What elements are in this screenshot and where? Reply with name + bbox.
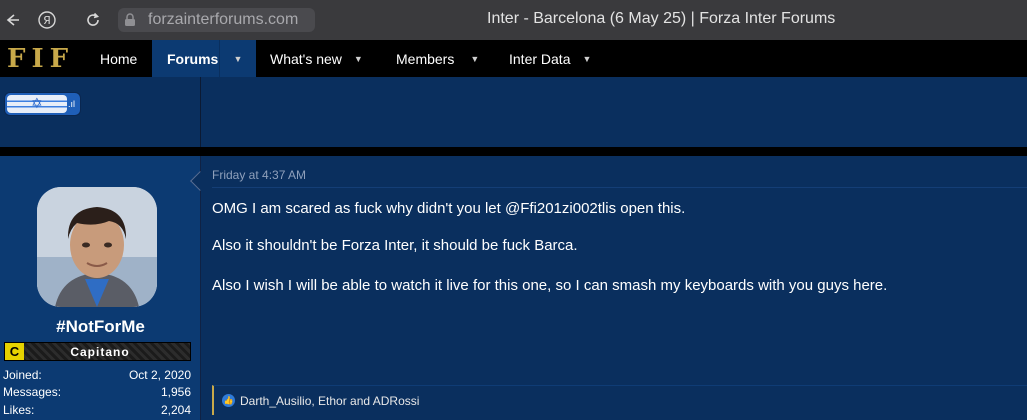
israel-flag-banner-icon: ✡ .ıl [4,92,81,116]
rank-title: Capitano [70,344,130,359]
site-navigation: FIF Home Forums ▼ What's new ▼ Members ▼… [0,40,1027,77]
nav-home-label: Home [100,50,138,67]
previous-post: ✡ .ıl [0,77,1027,147]
site-logo[interactable]: FIF [7,44,74,74]
lock-icon[interactable] [118,8,142,32]
author-stats: Joined: Oct 2, 2020 Messages: 1,956 Like… [3,366,191,419]
stat-value: 1,956 [160,385,191,400]
avatar[interactable] [37,187,157,307]
post-date[interactable]: Friday at 4:37 AM [212,168,306,182]
rank-badge: C Capitano [4,342,191,361]
chevron-down-icon[interactable]: ▼ [354,54,363,64]
chevron-down-icon[interactable]: ▼ [582,54,591,64]
post: #NotForMe C Capitano Joined: Oct 2, 2020… [0,156,1027,420]
rank-letter: C [5,343,24,360]
nav-members-label: Members [396,50,455,67]
stat-likes: Likes: 2,204 [3,401,191,419]
post-body: Friday at 4:37 AM OMG I am scared as fuc… [212,156,1027,420]
stat-value: 2,204 [160,402,191,417]
reaction-users[interactable]: Darth_Ausilio, Ethor and ADRossi [240,394,419,408]
like-icon: 👍 [222,394,235,407]
stat-label: Joined: [3,367,42,382]
post-text-line: Also I wish I will be able to watch it l… [212,277,888,294]
stat-messages: Messages: 1,956 [3,384,191,402]
back-arrow-icon[interactable] [0,8,24,32]
reactions-bar: 👍 Darth_Ausilio, Ethor and ADRossi [212,385,1027,415]
stat-value: Oct 2, 2020 [128,367,191,382]
nav-whats-new-label: What's new [270,50,342,67]
nav-inter-data-label: Inter Data [509,50,571,67]
chevron-down-icon[interactable]: ▼ [470,54,479,64]
previous-post-sidebar: ✡ .ıl [0,77,201,147]
nav-forums-label: Forums [167,50,219,67]
nav-forums[interactable]: Forums ▼ [152,40,256,77]
flag-suffix: .ıl [68,99,76,109]
nav-home[interactable]: Home [100,40,137,77]
reload-icon[interactable] [81,8,105,32]
stat-joined: Joined: Oct 2, 2020 [3,366,191,384]
window-title: Inter - Barcelona (6 May 25) | Forza Int… [487,10,836,27]
stat-label: Likes: [3,402,35,417]
url-text[interactable]: forzainterforums.com [148,11,298,29]
post-author-sidebar: #NotForMe C Capitano Joined: Oct 2, 2020… [0,156,201,420]
post-divider [0,147,1027,156]
yandex-icon[interactable]: Я [35,8,59,32]
stat-label: Messages: [3,385,62,400]
browser-toolbar: Я forzainterforums.com Inter - Barcelona… [0,0,1027,40]
svg-text:Я: Я [43,14,51,27]
post-text-line: Also it shouldn't be Forza Inter, it sho… [212,237,578,254]
post-header-divider [212,187,1027,188]
chevron-down-icon[interactable]: ▼ [219,40,256,77]
nav-whats-new[interactable]: What's new ▼ [270,40,363,77]
address-bar[interactable]: forzainterforums.com [118,8,315,32]
nav-inter-data[interactable]: Inter Data ▼ [509,40,591,77]
post-text-line: OMG I am scared as fuck why didn't you l… [212,200,686,217]
post-author-username[interactable]: #NotForMe [0,317,201,337]
nav-members[interactable]: Members ▼ [396,40,479,77]
